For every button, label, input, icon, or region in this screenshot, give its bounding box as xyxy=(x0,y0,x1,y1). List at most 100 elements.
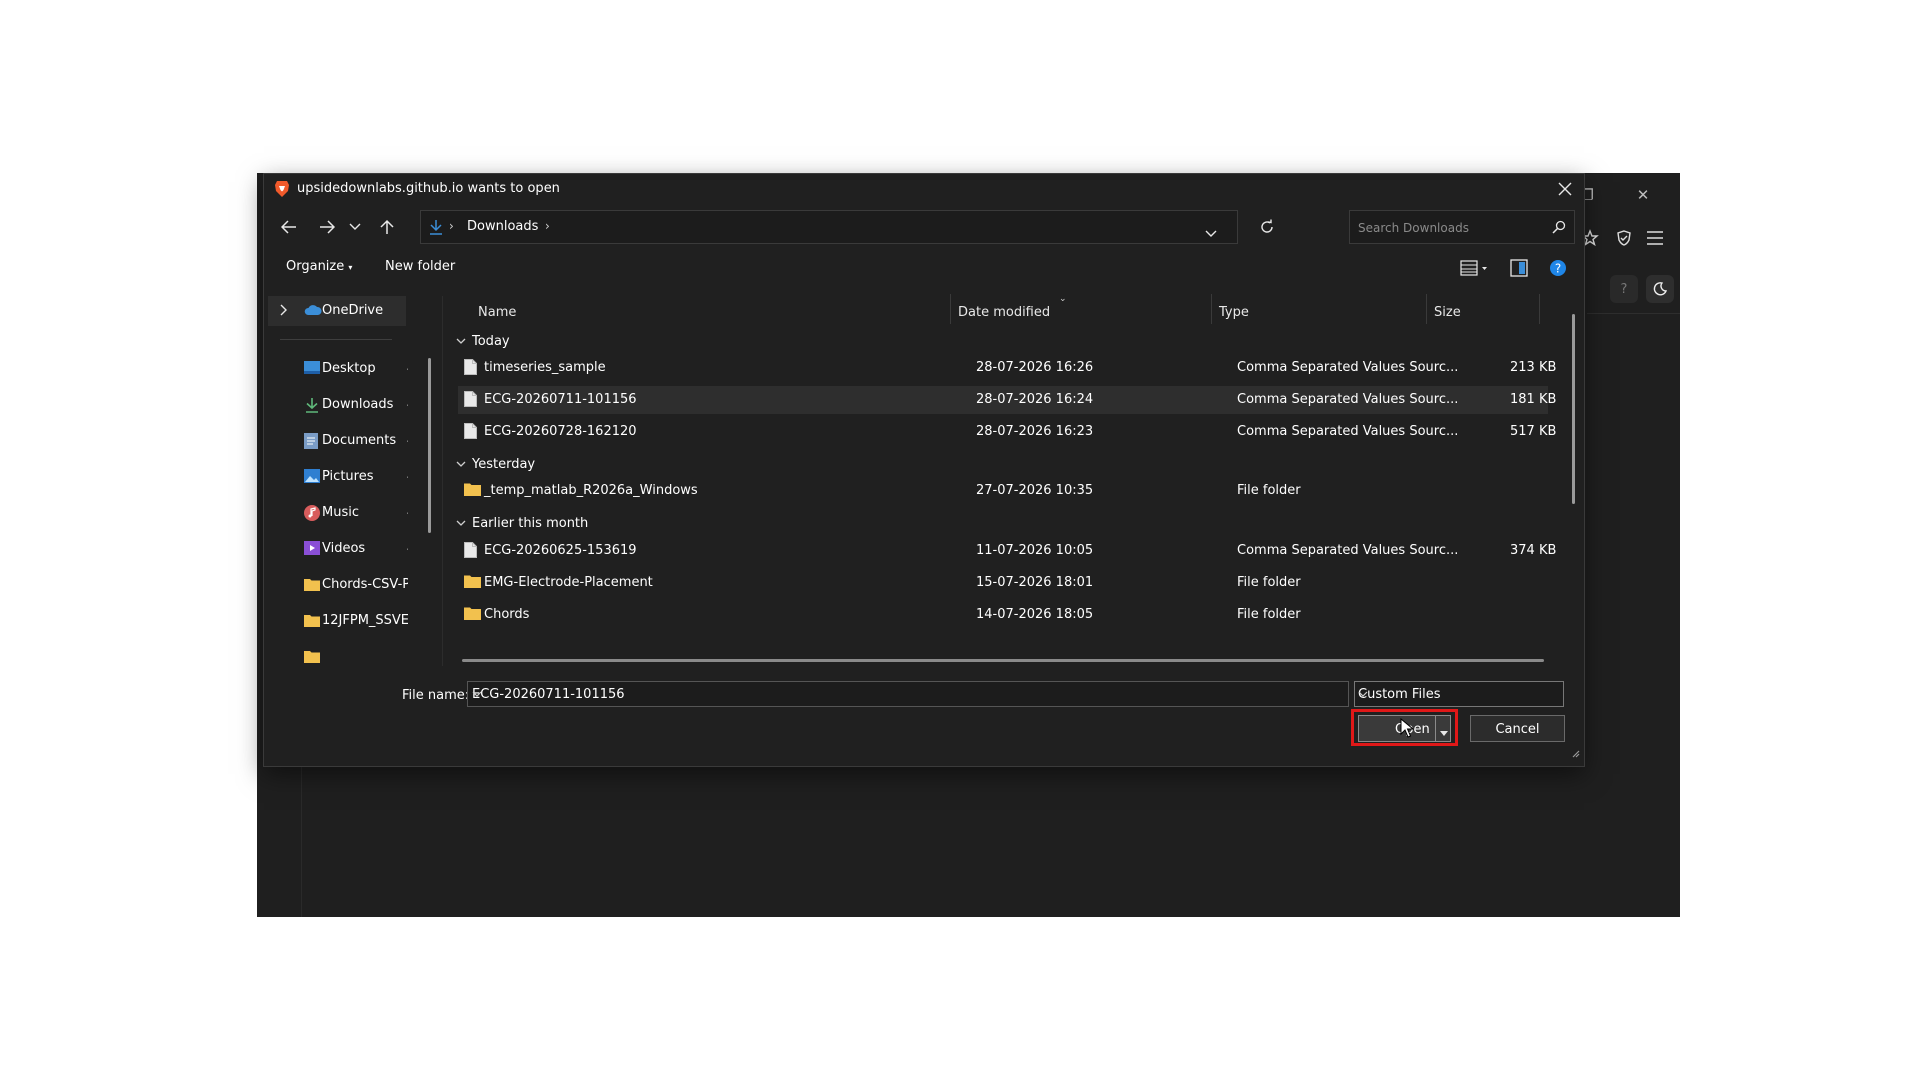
column-separator[interactable] xyxy=(1211,294,1212,324)
group-header-yesterday[interactable]: Yesterday xyxy=(456,457,535,472)
sidebar-item-partial[interactable] xyxy=(268,642,406,666)
file-name-input[interactable]: ECG-20260711-101156 xyxy=(467,681,1349,707)
back-icon[interactable] xyxy=(276,214,302,240)
file-type: File folder xyxy=(1237,575,1301,590)
sidebar-item-label: Downloads xyxy=(322,397,394,412)
file-size: 517 KB xyxy=(1510,424,1557,439)
file-name: EMG-Electrode-Placement xyxy=(484,575,653,590)
organize-dropdown-icon: ▾ xyxy=(348,263,353,272)
search-box[interactable] xyxy=(1349,210,1575,244)
menu-icon[interactable] xyxy=(1642,225,1668,251)
column-header-type[interactable]: Type xyxy=(1219,305,1249,320)
sidebar-item-label: Music xyxy=(322,505,359,520)
file-row[interactable]: ECG-20260625-153619 11-07-2026 10:05 Com… xyxy=(458,537,1556,565)
file-type: Comma Separated Values Sourc... xyxy=(1237,392,1459,407)
column-separator[interactable] xyxy=(950,294,951,324)
sidebar-item-music[interactable]: Music xyxy=(268,498,408,528)
folder-row[interactable]: Chords 14-07-2026 18:05 File folder xyxy=(458,601,1548,629)
folder-icon xyxy=(304,649,320,665)
search-input[interactable] xyxy=(1356,218,1540,238)
address-dropdown-icon[interactable] xyxy=(1205,223,1217,242)
folder-icon xyxy=(464,482,481,500)
group-header-today[interactable]: Today xyxy=(456,334,510,349)
file-row-selected[interactable]: ECG-20260711-101156 28-07-2026 16:24 Com… xyxy=(458,386,1556,414)
file-icon xyxy=(464,391,477,411)
pin-icon xyxy=(406,506,408,522)
pin-icon xyxy=(406,362,408,378)
close-icon[interactable] xyxy=(1554,178,1576,200)
file-date: 28-07-2026 16:26 xyxy=(976,360,1094,375)
file-size: 181 KB xyxy=(1510,392,1557,407)
chevron-down-icon[interactable] xyxy=(472,687,1342,702)
column-header-size[interactable]: Size xyxy=(1434,305,1461,320)
forward-icon[interactable] xyxy=(314,214,340,240)
shield-icon[interactable] xyxy=(1611,225,1637,251)
organize-menu[interactable]: Organize ▾ xyxy=(286,259,352,274)
file-name: Chords xyxy=(484,607,530,622)
window-close-icon[interactable]: ✕ xyxy=(1631,185,1655,205)
group-header-earlier[interactable]: Earlier this month xyxy=(456,516,588,531)
collapse-chevron-icon xyxy=(456,516,466,531)
navigation-bar: › Downloads › xyxy=(264,204,1584,248)
column-separator[interactable] xyxy=(1426,294,1427,324)
pictures-icon xyxy=(304,469,320,485)
horizontal-scrollbar[interactable] xyxy=(462,659,1544,662)
sidebar-item-documents[interactable]: Documents xyxy=(268,426,408,456)
cancel-button[interactable]: Cancel xyxy=(1470,715,1565,742)
sidebar-item-desktop[interactable]: Desktop xyxy=(268,354,408,384)
help-circle-icon[interactable]: ? xyxy=(1549,259,1567,281)
sidebar-item-onedrive[interactable]: OneDrive xyxy=(268,296,406,326)
sidebar-item-downloads[interactable]: Downloads xyxy=(268,390,408,420)
column-separator[interactable] xyxy=(1539,294,1540,324)
sidebar-item-label: Chords-CSV-Plo xyxy=(322,577,408,592)
help-icon[interactable]: ? xyxy=(1610,275,1638,303)
sidebar-item-pictures[interactable]: Pictures xyxy=(268,462,408,492)
folder-row[interactable]: EMG-Electrode-Placement 15-07-2026 18:01… xyxy=(458,569,1548,597)
file-date: 15-07-2026 18:01 xyxy=(976,575,1094,590)
file-row[interactable]: ECG-20260728-162120 28-07-2026 16:23 Com… xyxy=(458,418,1556,446)
sidebar-scrollbar[interactable] xyxy=(428,358,431,533)
file-name: _temp_matlab_R2026a_Windows xyxy=(484,483,698,498)
resize-grip-icon[interactable] xyxy=(1570,743,1580,762)
documents-icon xyxy=(304,433,320,449)
file-date: 11-07-2026 10:05 xyxy=(976,543,1094,558)
sidebar-item-chords-csv[interactable]: Chords-CSV-Plo xyxy=(268,570,408,600)
column-header-name[interactable]: Name xyxy=(478,305,516,320)
dark-mode-icon[interactable] xyxy=(1646,275,1674,303)
view-options-icon[interactable] xyxy=(1460,260,1488,280)
expand-chevron-icon[interactable] xyxy=(280,304,288,320)
breadcrumb-downloads[interactable]: Downloads xyxy=(467,219,538,234)
file-icon xyxy=(464,542,477,562)
pin-icon xyxy=(406,434,408,450)
group-label: Today xyxy=(472,334,510,349)
collapse-chevron-icon xyxy=(456,334,466,349)
search-icon[interactable] xyxy=(1552,219,1566,238)
file-type: Comma Separated Values Sourc... xyxy=(1237,360,1459,375)
file-type-select[interactable]: Custom Files xyxy=(1354,681,1564,707)
refresh-icon[interactable] xyxy=(1254,214,1280,240)
file-name-label: File name: xyxy=(402,688,470,703)
breadcrumb-separator-icon[interactable]: › xyxy=(545,219,550,233)
sidebar-item-12jfpm-ssvep[interactable]: 12JFPM_SSVEP xyxy=(268,606,408,636)
address-bar[interactable]: › Downloads › xyxy=(420,210,1238,244)
folder-icon xyxy=(464,606,481,624)
folder-row[interactable]: _temp_matlab_R2026a_Windows 27-07-2026 1… xyxy=(458,477,1548,505)
sidebar-item-label: Documents xyxy=(322,433,397,448)
group-label: Earlier this month xyxy=(472,516,589,531)
desktop-icon xyxy=(304,361,320,377)
vertical-scrollbar[interactable] xyxy=(1572,314,1575,504)
dialog-titlebar: upsidedownlabs.github.io wants to open xyxy=(264,174,1584,204)
up-icon[interactable] xyxy=(374,214,400,240)
new-folder-button[interactable]: New folder xyxy=(385,259,455,274)
pin-icon xyxy=(406,398,408,414)
breadcrumb-separator-icon: › xyxy=(449,219,454,233)
pin-icon xyxy=(406,470,408,486)
dialog-title: upsidedownlabs.github.io wants to open xyxy=(297,181,560,196)
sidebar-item-videos[interactable]: Videos xyxy=(268,534,408,564)
file-row[interactable]: timeseries_sample 28-07-2026 16:26 Comma… xyxy=(458,354,1556,382)
preview-pane-icon[interactable] xyxy=(1510,259,1528,281)
pane-divider[interactable] xyxy=(442,296,443,666)
recent-locations-icon[interactable] xyxy=(342,214,368,240)
column-header-date[interactable]: Date modified xyxy=(958,305,1050,320)
group-label: Yesterday xyxy=(472,457,536,472)
